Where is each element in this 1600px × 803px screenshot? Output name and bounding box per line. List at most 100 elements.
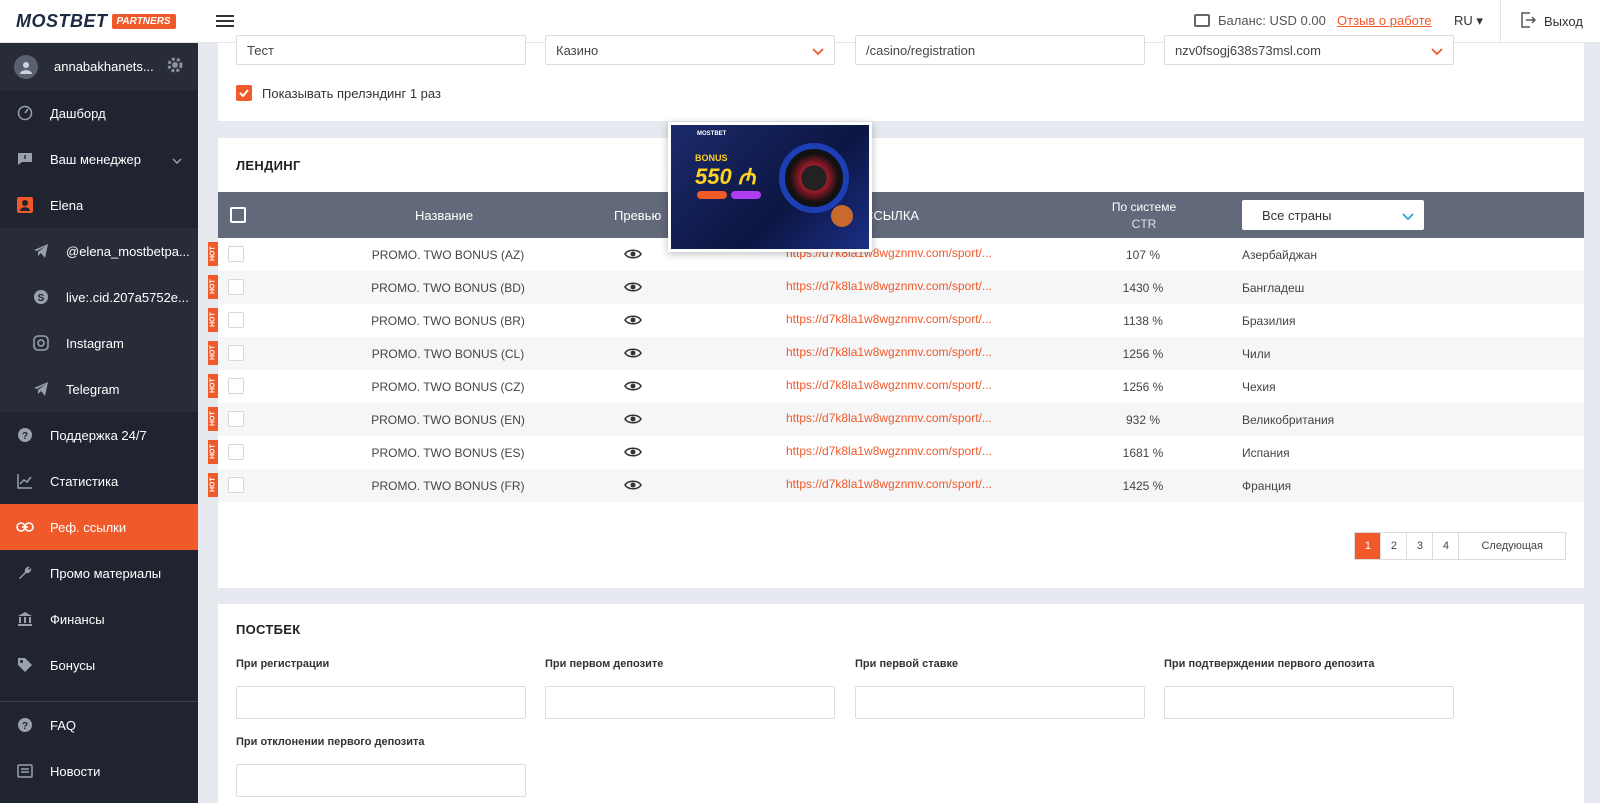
row-country: Бангладеш xyxy=(1242,281,1305,295)
sidebar-item-skype[interactable]: S live:.cid.207a5752e... xyxy=(0,274,198,320)
preview-amount: 550 ₼ xyxy=(695,164,756,189)
landing-title: ЛЕНДИНГ xyxy=(236,158,301,173)
hot-badge: HOT xyxy=(208,374,218,398)
gear-icon[interactable] xyxy=(166,56,184,77)
skype-icon: S xyxy=(32,288,50,306)
row-ctr: 107 % xyxy=(1125,248,1161,262)
eye-icon[interactable] xyxy=(624,314,642,329)
eye-icon[interactable] xyxy=(624,380,642,395)
next-page-button[interactable]: Следующая xyxy=(1459,533,1565,559)
row-checkbox[interactable] xyxy=(228,477,244,493)
sidebar-item-news[interactable]: Новости xyxy=(0,748,198,794)
sidebar-item-ref-links[interactable]: Реф. ссылки xyxy=(0,504,198,550)
select-all-checkbox[interactable] xyxy=(230,207,246,223)
postback-first-bet-input[interactable] xyxy=(855,686,1145,719)
sidebar-item-finance[interactable]: Финансы xyxy=(0,596,198,642)
preview-button-primary xyxy=(697,191,727,199)
sidebar-item-statistics[interactable]: Статистика xyxy=(0,458,198,504)
chevron-down-icon xyxy=(1431,44,1443,59)
domain-select[interactable]: nzv0fsogj638s73msl.com xyxy=(1164,35,1454,65)
hamburger-menu-icon[interactable] xyxy=(216,12,234,30)
sidebar-item-label: live:.cid.207a5752e... xyxy=(66,289,189,305)
row-link[interactable]: https://d7k8la1w8wgznmv.com/sport/... xyxy=(786,477,992,491)
wrench-icon xyxy=(16,564,34,582)
label-registration: При регистрации xyxy=(236,658,330,670)
postback-deposit-reject-input[interactable] xyxy=(236,764,526,797)
type-select-value: Казино xyxy=(556,42,599,58)
sidebar-item-elena[interactable]: Elena xyxy=(0,182,198,228)
prelanding-checkbox[interactable] xyxy=(236,85,252,101)
row-checkbox[interactable] xyxy=(228,444,244,460)
sidebar-item-dashboard[interactable]: Дашборд xyxy=(0,90,198,136)
row-link[interactable]: https://d7k8la1w8wgznmv.com/sport/... xyxy=(786,312,992,326)
row-checkbox[interactable] xyxy=(228,378,244,394)
eye-icon[interactable] xyxy=(624,479,642,494)
prelanding-checkbox-row[interactable]: Показывать прелэндинг 1 раз xyxy=(236,85,441,101)
sidebar-item-instagram[interactable]: Instagram xyxy=(0,320,198,366)
telegram-icon xyxy=(32,242,50,260)
row-ctr: 1425 % xyxy=(1122,479,1164,493)
feedback-link[interactable]: Отзыв о работе xyxy=(1337,13,1432,28)
path-field[interactable]: /casino/registration xyxy=(855,35,1145,65)
sidebar-item-manager[interactable]: Ваш менеджер xyxy=(0,136,198,182)
sidebar-item-support[interactable]: ? Поддержка 24/7 xyxy=(0,412,198,458)
language-selector[interactable]: RU ▾ xyxy=(1454,13,1483,29)
postback-deposit-confirm-input[interactable] xyxy=(1164,686,1454,719)
row-link[interactable]: https://d7k8la1w8wgznmv.com/sport/... xyxy=(786,411,992,425)
chevron-down-icon xyxy=(172,152,182,167)
row-link[interactable]: https://d7k8la1w8wgznmv.com/sport/... xyxy=(786,444,992,458)
person-icon xyxy=(16,196,34,214)
sidebar-item-label: Elena xyxy=(50,197,84,213)
name-field[interactable]: Тест xyxy=(236,35,526,65)
page-2[interactable]: 2 xyxy=(1381,533,1408,559)
row-ctr: 932 % xyxy=(1125,413,1161,427)
eye-icon[interactable] xyxy=(624,281,642,296)
row-checkbox[interactable] xyxy=(228,279,244,295)
tag-icon xyxy=(16,656,34,674)
table-row: HOT PROMO. TWO BONUS (CL) https://d7k8la1w… xyxy=(208,337,1584,370)
table-row: HOT PROMO. TWO BONUS (ES) https://d7k8la1w… xyxy=(208,436,1584,469)
label-first-bet: При первой ставке xyxy=(855,658,959,670)
page-1[interactable]: 1 xyxy=(1355,533,1382,559)
sidebar-item-bonuses[interactable]: Бонусы xyxy=(0,642,198,688)
sidebar-item-promo[interactable]: Промо материалы xyxy=(0,550,198,596)
header-ctr-system: По системе xyxy=(1111,200,1177,214)
username: annabakhanets... xyxy=(54,59,154,74)
logo[interactable]: MOSTBET PARTNERS xyxy=(0,0,198,43)
row-checkbox[interactable] xyxy=(228,345,244,361)
sidebar-item-label: Ваш менеджер xyxy=(50,151,141,167)
sidebar-item-label: Бонусы xyxy=(50,657,96,673)
postback-first-deposit-input[interactable] xyxy=(545,686,835,719)
row-link[interactable]: https://d7k8la1w8wgznmv.com/sport/... xyxy=(786,378,992,392)
avatar[interactable] xyxy=(14,54,38,79)
row-checkbox[interactable] xyxy=(228,312,244,328)
page-4[interactable]: 4 xyxy=(1433,533,1460,559)
landing-card: ЛЕНДИНГ Название Превью ССЫЛКА По систем… xyxy=(208,122,1584,588)
eye-icon[interactable] xyxy=(624,413,642,428)
eye-icon[interactable] xyxy=(624,347,642,362)
row-link[interactable]: https://d7k8la1w8wgznmv.com/sport/... xyxy=(786,279,992,293)
logout-button[interactable]: Выход xyxy=(1520,12,1583,31)
country-filter-select[interactable]: Все страны xyxy=(1242,200,1424,230)
row-checkbox[interactable] xyxy=(228,246,244,262)
balance-text: Баланс: USD 0.00 xyxy=(1218,13,1326,28)
row-link[interactable]: https://d7k8la1w8wgznmv.com/sport/... xyxy=(786,345,992,359)
sidebar-item-telegram-handle[interactable]: @elena_mostbetpa... xyxy=(0,228,198,274)
sidebar-item-faq[interactable]: ? FAQ xyxy=(0,702,198,748)
sidebar-item-label: Финансы xyxy=(50,611,105,627)
label-deposit-confirm: При подтверждении первого депозита xyxy=(1164,658,1375,670)
sidebar-item-label: Дашборд xyxy=(50,105,106,121)
row-name: PROMO. TWO BONUS (AZ) xyxy=(371,248,525,262)
header-ctr: CTR xyxy=(1131,217,1157,231)
postback-registration-input[interactable] xyxy=(236,686,526,719)
sidebar-item-telegram[interactable]: Telegram xyxy=(0,366,198,412)
eye-icon[interactable] xyxy=(624,446,642,461)
page-3[interactable]: 3 xyxy=(1407,533,1434,559)
eye-icon[interactable] xyxy=(624,248,642,263)
type-select[interactable]: Казино xyxy=(545,35,835,65)
row-checkbox[interactable] xyxy=(228,411,244,427)
dashboard-icon xyxy=(16,104,34,122)
row-ctr: 1681 % xyxy=(1122,446,1164,460)
balance: Баланс: USD 0.00 xyxy=(1194,13,1326,28)
label-first-deposit: При первом депозите xyxy=(545,658,664,670)
